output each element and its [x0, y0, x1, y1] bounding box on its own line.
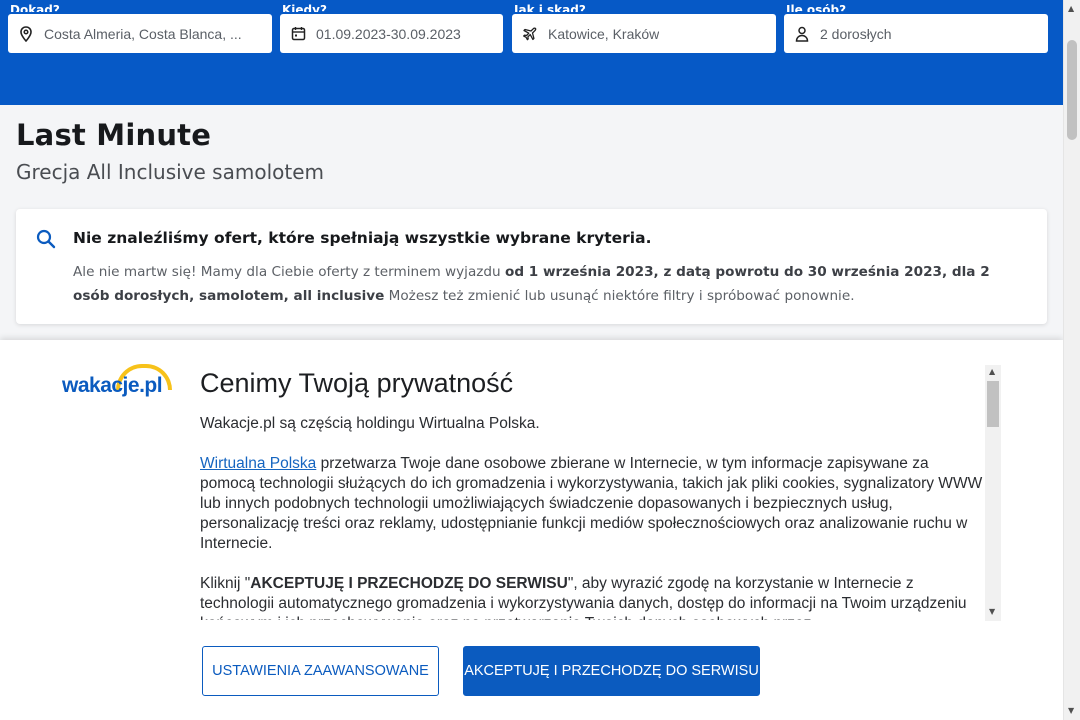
consent-title: Cenimy Twoją prywatność: [200, 368, 514, 398]
scroll-up-arrow-icon[interactable]: ▲: [989, 367, 995, 376]
guests-value: 2 dorosłych: [820, 25, 892, 42]
page: Dokąd? Costa Almeria, Costa Blanca, ... …: [0, 0, 1080, 720]
transport-label: Jak i skąd?: [514, 4, 586, 12]
consent-paragraph-2: Wirtualna Polska przetwarza Twoje dane o…: [200, 454, 985, 554]
person-icon: [794, 26, 810, 42]
notice-body: Ale nie martw się! Mamy dla Ciebie ofert…: [73, 260, 1023, 308]
page-title: Last Minute: [16, 118, 212, 152]
notice-body-outro: Możesz też zmienić lub usunąć niektóre f…: [384, 288, 855, 304]
dates-label: Kiedy?: [282, 4, 327, 12]
consent-paragraph-2-text: przetwarza Twoje dane osobowe zbierane w…: [200, 455, 983, 552]
consent-paragraph-3-bold: AKCEPTUJĘ I PRZECHODZĘ DO SERWISU: [250, 575, 568, 592]
page-scroll-down-icon[interactable]: ▼: [1068, 706, 1074, 715]
advanced-settings-button[interactable]: USTAWIENIA ZAAWANSOWANE: [202, 646, 439, 696]
consent-text-scroll-area[interactable]: Cenimy Twoją prywatność Wakacje.pl są cz…: [200, 364, 985, 620]
consent-scrollbar[interactable]: ▲ ▼: [985, 365, 1001, 621]
page-subtitle: Grecja All Inclusive samolotem: [16, 160, 324, 184]
search-bar: Dokąd? Costa Almeria, Costa Blanca, ... …: [0, 0, 1063, 105]
guests-field[interactable]: Ile osób? 2 dorosłych: [784, 4, 1048, 53]
consent-paragraph-3: Kliknij "AKCEPTUJĘ I PRZECHODZĘ DO SERWI…: [200, 574, 985, 620]
page-scrollbar[interactable]: ▲ ▼: [1063, 0, 1080, 720]
no-results-notice: Nie znaleźliśmy ofert, które spełniają w…: [16, 209, 1047, 324]
page-scroll-up-icon[interactable]: ▲: [1068, 4, 1074, 13]
destination-label: Dokąd?: [10, 4, 60, 12]
calendar-icon: [290, 26, 306, 42]
dates-field[interactable]: Kiedy? 01.09.2023-30.09.2023: [280, 4, 503, 53]
wirtualna-polska-link[interactable]: Wirtualna Polska: [200, 455, 316, 472]
airplane-icon: [522, 26, 538, 42]
notice-heading: Nie znaleźliśmy ofert, które spełniają w…: [73, 229, 652, 247]
transport-value: Katowice, Kraków: [548, 25, 660, 42]
search-icon: [36, 229, 56, 249]
transport-field[interactable]: Jak i skąd? Katowice, Kraków: [512, 4, 776, 53]
consent-paragraph-1: Wakacje.pl są częścią holdingu Wirtualna…: [200, 415, 540, 432]
privacy-consent-dialog: wakacje.pl Cenimy Twoją prywatność Wakac…: [0, 340, 1063, 720]
logo-text: wakacje.pl: [62, 374, 163, 397]
accept-and-continue-button[interactable]: AKCEPTUJĘ I PRZECHODZĘ DO SERWISU: [463, 646, 760, 696]
wakacje-logo: wakacje.pl: [62, 364, 182, 404]
scroll-down-arrow-icon[interactable]: ▼: [989, 607, 995, 616]
dates-value: 01.09.2023-30.09.2023: [316, 25, 461, 42]
location-pin-icon: [18, 25, 34, 42]
consent-scroll-thumb[interactable]: [987, 381, 999, 427]
guests-label: Ile osób?: [786, 4, 847, 12]
consent-paragraph-3-pre: Kliknij ": [200, 575, 251, 592]
destination-field[interactable]: Dokąd? Costa Almeria, Costa Blanca, ...: [8, 4, 272, 53]
page-scroll-thumb[interactable]: [1067, 40, 1077, 140]
destination-value: Costa Almeria, Costa Blanca, ...: [44, 25, 242, 42]
notice-body-intro: Ale nie martw się! Mamy dla Ciebie ofert…: [73, 264, 505, 280]
